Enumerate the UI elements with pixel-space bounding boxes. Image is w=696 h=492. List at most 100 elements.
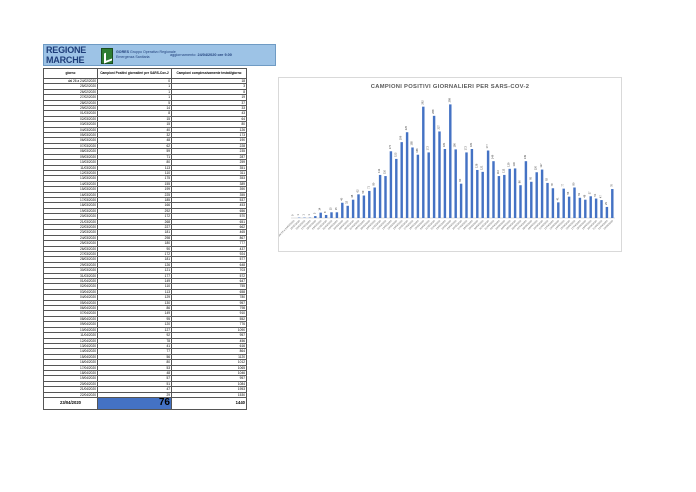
chart-bar: [567, 196, 571, 218]
chart-bar: [492, 161, 495, 218]
region-emblem-icon: [101, 48, 113, 64]
chart-bar: [405, 132, 409, 218]
chart-data-label: 1: [296, 214, 300, 216]
chart-data-label: 40: [339, 197, 343, 200]
chart-data-label: 80: [372, 182, 376, 185]
chart-data-label: 180: [453, 142, 457, 147]
chart-data-label: 149: [491, 154, 495, 159]
chart-bar: [411, 147, 414, 218]
chart-data-label: 113: [377, 168, 381, 173]
today-date: 23/04/2020: [43, 396, 98, 410]
chart-data-label: 292: [420, 100, 424, 105]
chart-bar: [314, 216, 317, 218]
table-body: dal 26 a 24/02/2020 0 18 25/02/2020 1 3 26/02/…: [43, 77, 247, 399]
gores-block: GORES Gruppo Operativo Regionale Emergen…: [116, 50, 176, 59]
chart-bar: [546, 182, 549, 218]
chart-bar: [368, 190, 371, 218]
chart-data-label: 199: [399, 135, 403, 140]
chart-bar: [503, 174, 506, 218]
chart-data-label: 90: [458, 178, 462, 181]
chart-bar: [319, 212, 322, 218]
chart-svg: 0dal 26 a 24/02/2020125/02/2020126/02/20…: [279, 98, 615, 237]
chart-bar: [438, 131, 441, 218]
chart-data-label: 32: [345, 200, 349, 203]
chart-data-label: 71: [366, 185, 370, 188]
chart-bar: [395, 158, 398, 218]
chart-data-label: 227: [437, 125, 441, 130]
chart-bar: [443, 148, 447, 218]
chart-data-label: 77: [561, 183, 565, 186]
gores-desc-2: Emergenza Sanitaria: [116, 54, 150, 59]
chart-bar: [508, 168, 511, 218]
table-header-row: giorno Campioni Positivi giornalieri per…: [43, 68, 247, 79]
chart-data-label: 92: [545, 177, 549, 180]
chart-data-label: 149: [523, 154, 527, 159]
chart-bar: [497, 176, 501, 218]
chart-data-label: 95: [528, 176, 532, 179]
chart-data-label: 121: [480, 165, 484, 170]
chart-data-label: 48: [582, 194, 586, 197]
chart-data-label: 57: [588, 191, 592, 194]
chart-bar: [486, 150, 490, 218]
chart-data-label: 15: [334, 207, 338, 210]
chart-bar: [465, 152, 468, 218]
chart-bar: [589, 196, 592, 218]
update-value: 24/04/2020 ore 9.00: [197, 53, 232, 57]
chart-bar: [611, 189, 614, 218]
chart-bar: [605, 206, 609, 218]
update-label: aggiornamento:: [170, 53, 197, 57]
chart-data-label: 127: [539, 163, 543, 168]
update-timestamp: aggiornamento: 24/04/2020 ore 9.00: [170, 53, 232, 57]
chart-bar: [578, 197, 582, 218]
chart-bar: [584, 199, 587, 218]
chart-bar: [573, 187, 576, 218]
chart-bar: [524, 161, 528, 218]
region-line-2: MARCHE: [46, 54, 85, 65]
chart-data-label: 80: [572, 182, 576, 185]
chart-bar: [432, 115, 436, 218]
chart-bar: [600, 200, 603, 218]
chart-bar: [400, 142, 403, 218]
chart-data-label: 181: [442, 142, 446, 147]
chart-data-label: 1: [307, 214, 311, 216]
header-positive: Campioni Positivi giornalieri per SARS-C…: [97, 68, 172, 79]
chart-data-label: 8: [323, 211, 327, 213]
chart-bar: [351, 199, 355, 218]
chart-bar: [335, 212, 339, 218]
chart-data-label: 172: [464, 146, 468, 151]
chart-data-label: 181: [469, 142, 473, 147]
chart-data-label: 5: [312, 212, 316, 214]
chart-bar: [384, 176, 387, 218]
chart-bar: [341, 202, 344, 218]
chart-bar: [513, 168, 517, 218]
chart-bar: [362, 195, 366, 218]
chart-data-label: 129: [507, 162, 511, 167]
chart-bar: [427, 152, 430, 218]
header-day: giorno: [43, 68, 98, 79]
chart-data-label: 53: [577, 192, 581, 195]
chart-data-label: 47: [599, 195, 603, 198]
chart-data-label: 76: [609, 184, 613, 187]
chart-bar: [373, 187, 376, 218]
chart-data-label: 113: [501, 168, 505, 173]
chart-bar: [459, 183, 463, 218]
chart-bar: [551, 188, 555, 218]
chart-data-label: 48: [350, 194, 354, 197]
chart-data-label: 62: [356, 189, 360, 192]
gores-desc-1: Gruppo Operativo Regionale: [129, 50, 176, 54]
chart-data-label: 78: [550, 183, 554, 186]
today-row: 23/04/2020 76 1440: [43, 396, 247, 410]
chart-bar: [535, 172, 538, 218]
region-logo: REGIONE MARCHE: [46, 45, 100, 65]
chart-data-label: 185: [410, 141, 414, 146]
chart-data-label: 86: [518, 180, 522, 183]
chart-bar: [330, 212, 333, 218]
chart-data-label: 56: [566, 191, 570, 194]
chart-data-label: 225: [404, 125, 408, 130]
chart-data-label: 51: [593, 193, 597, 196]
chart-bar: [557, 202, 560, 218]
chart-bar: [530, 181, 533, 218]
chart-data-label: 110: [496, 169, 500, 174]
chart-data-label: 29: [604, 201, 608, 204]
chart-data-label: 1: [302, 214, 306, 216]
